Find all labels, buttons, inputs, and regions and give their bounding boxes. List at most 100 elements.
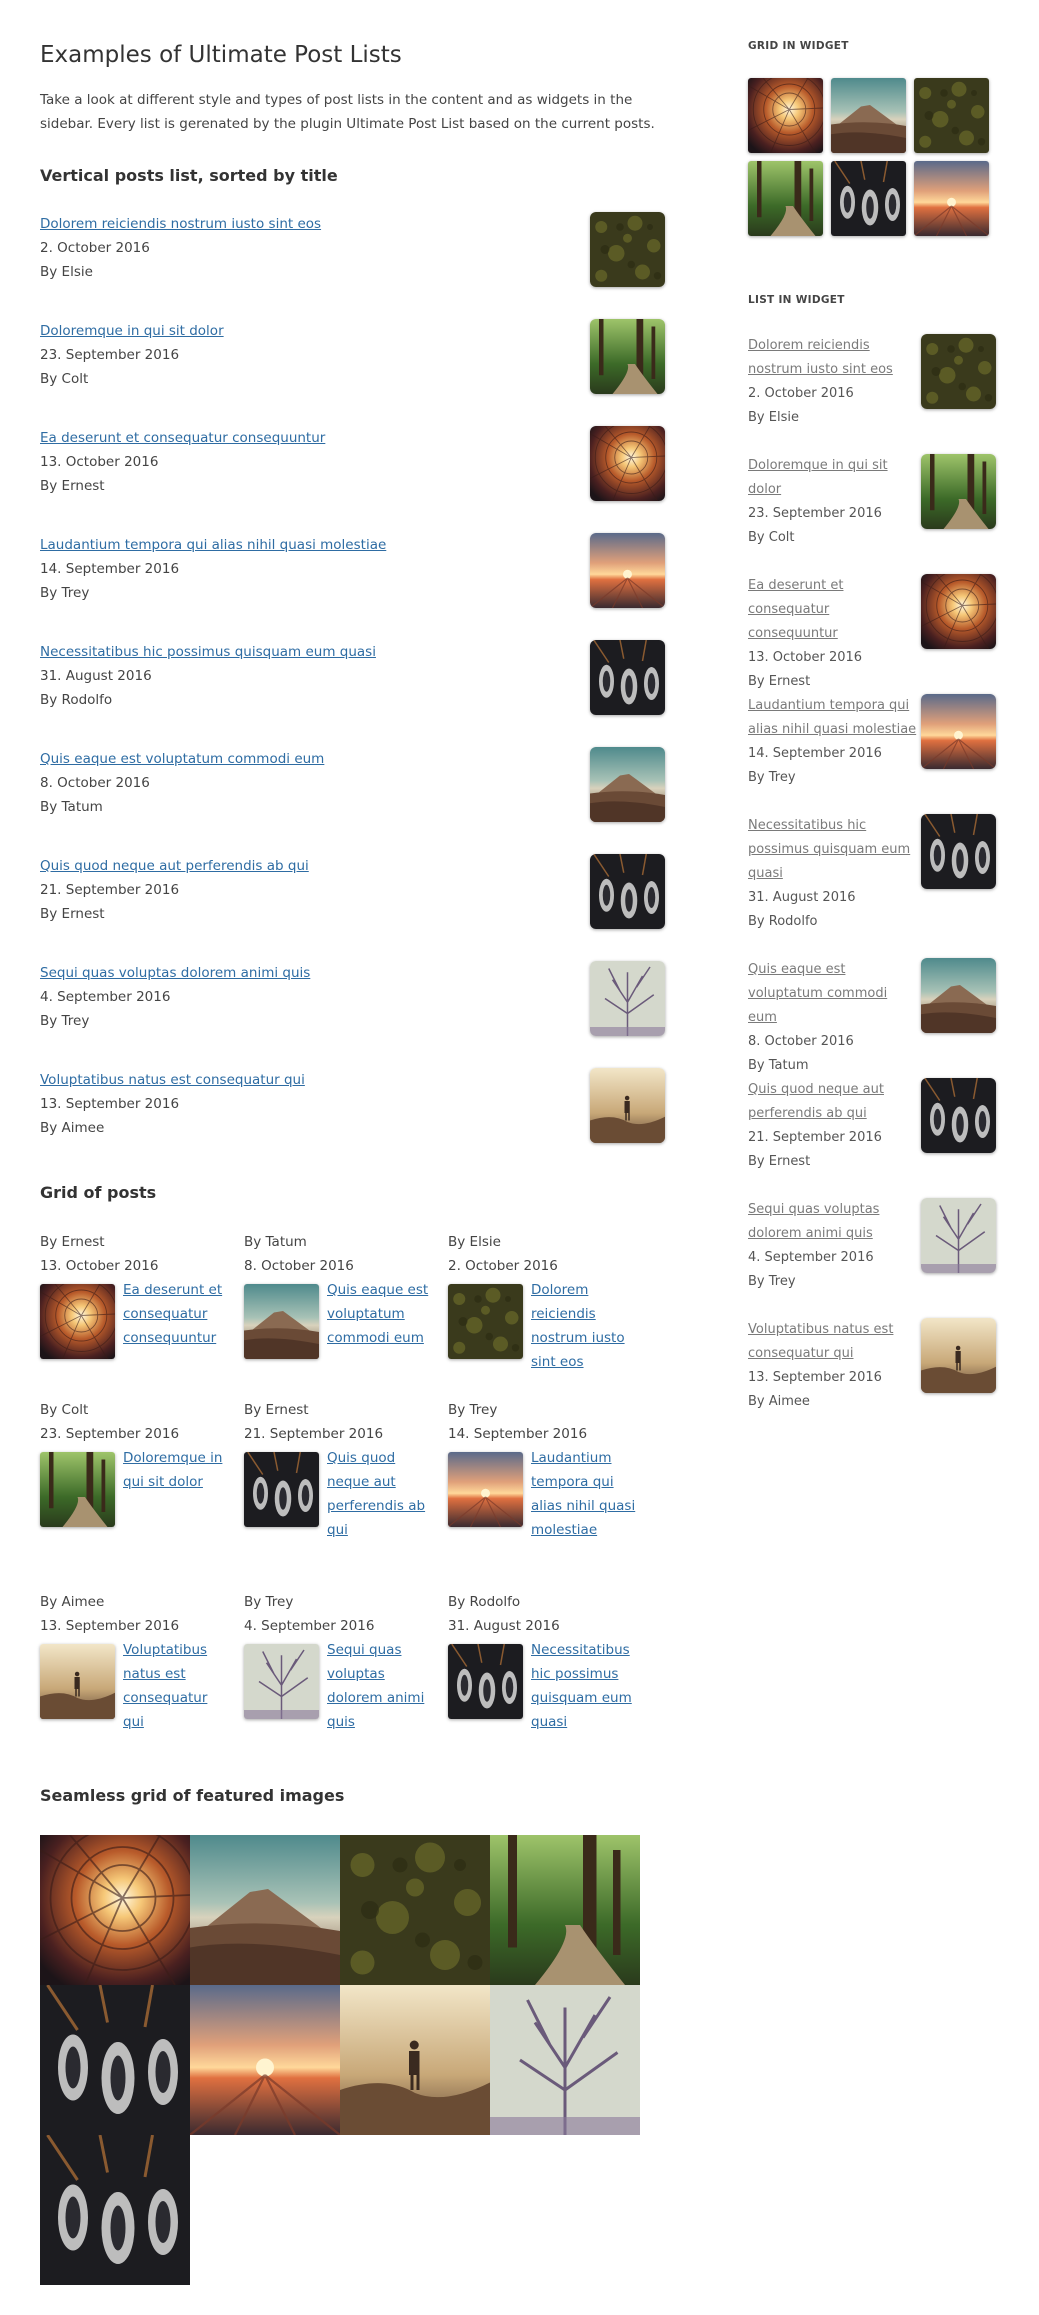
post-thumbnail[interactable] xyxy=(921,814,996,889)
post-thumbnail[interactable] xyxy=(244,1284,319,1359)
grid-post: By Trey 4. September 2016 Sequi quas volup… xyxy=(244,1590,434,1734)
post-author: By Trey xyxy=(448,1402,498,1418)
featured-image-tile[interactable] xyxy=(190,1835,340,1985)
post-title-link[interactable]: Voluptatibus natus est consequatur qui xyxy=(123,1642,207,1730)
post-title-link[interactable]: Ea deserunt et consequatur consequuntur xyxy=(40,430,325,446)
post-thumbnail[interactable] xyxy=(244,1452,319,1527)
post-date: 8. October 2016 xyxy=(40,775,150,791)
post-author: By Tatum xyxy=(748,1058,809,1073)
post-title-link[interactable]: Ea deserunt et consequatur consequuntur xyxy=(123,1282,222,1346)
post-author: By Ernest xyxy=(244,1402,309,1418)
post-thumbnail[interactable] xyxy=(590,319,665,394)
list-item: Dolorem reiciendis nostrum iusto sint eo… xyxy=(40,212,665,319)
post-date: 13. October 2016 xyxy=(40,1258,159,1274)
post-thumbnail[interactable] xyxy=(448,1284,523,1359)
post-author: By Trey xyxy=(40,1013,90,1029)
post-thumbnail[interactable] xyxy=(448,1452,523,1527)
widget-grid-image[interactable] xyxy=(914,161,989,236)
post-title-link[interactable]: Quis quod neque aut perferendis ab qui xyxy=(748,1082,884,1121)
post-title-link[interactable]: Laudantium tempora qui alias nihil quasi… xyxy=(748,698,916,737)
post-thumbnail[interactable] xyxy=(590,747,665,822)
post-thumbnail[interactable] xyxy=(40,1452,115,1527)
post-author: By Ernest xyxy=(748,1154,811,1169)
post-title-link[interactable]: Doloremque in qui sit dolor xyxy=(123,1450,222,1490)
post-title-link[interactable]: Ea deserunt et consequatur consequuntur xyxy=(748,578,843,641)
post-title-link[interactable]: Quis quod neque aut perferendis ab qui xyxy=(327,1450,425,1538)
post-thumbnail[interactable] xyxy=(921,958,996,1033)
post-thumbnail[interactable] xyxy=(921,1198,996,1273)
post-author: By Ernest xyxy=(748,674,811,689)
post-title-link[interactable]: Doloremque in qui sit dolor xyxy=(40,323,224,339)
featured-image-tile[interactable] xyxy=(40,1835,190,1985)
post-author: By Colt xyxy=(40,1402,89,1418)
post-title-link[interactable]: Voluptatibus natus est consequatur qui xyxy=(748,1322,893,1361)
grid-post-body: Sequi quas voluptas dolorem animi quis xyxy=(244,1638,434,1734)
post-title-link[interactable]: Doloremque in qui sit dolor xyxy=(748,458,888,497)
featured-image-tile[interactable] xyxy=(340,1985,490,2135)
list-item: Laudantium tempora qui alias nihil quasi… xyxy=(40,533,665,640)
post-title-link[interactable]: Quis eaque est voluptatum commodi eum xyxy=(40,751,324,767)
post-thumbnail[interactable] xyxy=(40,1284,115,1359)
post-author: By Trey xyxy=(748,1274,796,1289)
featured-image-tile[interactable] xyxy=(190,1985,340,2135)
post-thumbnail[interactable] xyxy=(590,426,665,501)
widget-grid-image[interactable] xyxy=(748,78,823,153)
post-date: 4. September 2016 xyxy=(244,1618,375,1634)
seamless-heading: Seamless grid of featured images xyxy=(40,1786,345,1805)
list-widget: Dolorem reiciendis nostrum iusto sint eo… xyxy=(748,334,1008,1438)
post-thumbnail[interactable] xyxy=(921,1078,996,1153)
post-title-link[interactable]: Dolorem reiciendis nostrum iusto sint eo… xyxy=(40,216,321,232)
post-title-link[interactable]: Dolorem reiciendis nostrum iusto sint eo… xyxy=(531,1282,625,1370)
grid-post: By Trey 14. September 2016 Laudantium temp… xyxy=(448,1398,638,1542)
post-title-link[interactable]: Quis quod neque aut perferendis ab qui xyxy=(40,858,309,874)
widget-list-item: Laudantium tempora qui alias nihil quasi… xyxy=(748,694,1008,814)
post-title-link[interactable]: Quis eaque est voluptatum commodi eum xyxy=(327,1282,428,1346)
post-title-link[interactable]: Sequi quas voluptas dolorem animi quis xyxy=(748,1202,879,1241)
post-date: 21. September 2016 xyxy=(40,882,180,898)
post-thumbnail[interactable] xyxy=(590,854,665,929)
post-thumbnail[interactable] xyxy=(921,694,996,769)
post-date: 14. September 2016 xyxy=(748,746,882,761)
post-thumbnail[interactable] xyxy=(921,1318,996,1393)
post-thumbnail[interactable] xyxy=(921,334,996,409)
post-thumbnail[interactable] xyxy=(590,961,665,1036)
post-thumbnail[interactable] xyxy=(921,574,996,649)
post-thumbnail[interactable] xyxy=(448,1644,523,1719)
post-title-link[interactable]: Laudantium tempora qui alias nihil quasi… xyxy=(40,537,386,553)
post-thumbnail[interactable] xyxy=(921,454,996,529)
post-thumbnail[interactable] xyxy=(590,640,665,715)
post-title-link[interactable]: Laudantium tempora qui alias nihil quasi… xyxy=(531,1450,635,1538)
post-date: 2. October 2016 xyxy=(40,240,150,256)
post-title-link[interactable]: Sequi quas voluptas dolorem animi quis xyxy=(40,965,310,981)
post-thumbnail[interactable] xyxy=(244,1644,319,1719)
post-title-link[interactable]: Necessitatibus hic possimus quisquam eum… xyxy=(40,644,376,660)
post-date: 2. October 2016 xyxy=(448,1258,558,1274)
sidebar: GRID IN WIDGET LIST IN WIDGET Dolorem re… xyxy=(748,40,1008,1438)
widget-list-item: Necessitatibus hic possimus quisquam eum… xyxy=(748,814,1008,958)
post-thumbnail[interactable] xyxy=(590,1068,665,1143)
featured-image-tile[interactable] xyxy=(490,1985,640,2135)
post-title-link[interactable]: Sequi quas voluptas dolorem animi quis xyxy=(327,1642,424,1730)
widget-item-text: Necessitatibus hic possimus quisquam eum… xyxy=(748,814,918,934)
post-thumbnail[interactable] xyxy=(40,1644,115,1719)
widget-grid-image[interactable] xyxy=(748,161,823,236)
post-title-link[interactable]: Voluptatibus natus est consequatur qui xyxy=(40,1072,305,1088)
grid-heading: Grid of posts xyxy=(40,1183,157,1202)
post-title-link[interactable]: Dolorem reiciendis nostrum iusto sint eo… xyxy=(748,338,893,377)
post-date: 13. September 2016 xyxy=(748,1370,882,1385)
widget-grid-image[interactable] xyxy=(831,78,906,153)
featured-image-tile[interactable] xyxy=(40,1985,190,2135)
widget-grid-image[interactable] xyxy=(831,161,906,236)
post-title-link[interactable]: Quis eaque est voluptatum commodi eum xyxy=(748,962,887,1025)
featured-image-tile[interactable] xyxy=(340,1835,490,1985)
post-author: By Colt xyxy=(748,530,795,545)
post-author: By Elsie xyxy=(448,1234,501,1250)
featured-image-tile[interactable] xyxy=(40,2135,190,2285)
featured-image-tile[interactable] xyxy=(490,1835,640,1985)
post-title-link[interactable]: Necessitatibus hic possimus quisquam eum… xyxy=(531,1642,632,1730)
post-title-link[interactable]: Necessitatibus hic possimus quisquam eum… xyxy=(748,818,910,881)
post-thumbnail[interactable] xyxy=(590,212,665,287)
post-thumbnail[interactable] xyxy=(590,533,665,608)
widget-grid-image[interactable] xyxy=(914,78,989,153)
widget-list-item: Quis eaque est voluptatum commodi eum 8. … xyxy=(748,958,1008,1078)
